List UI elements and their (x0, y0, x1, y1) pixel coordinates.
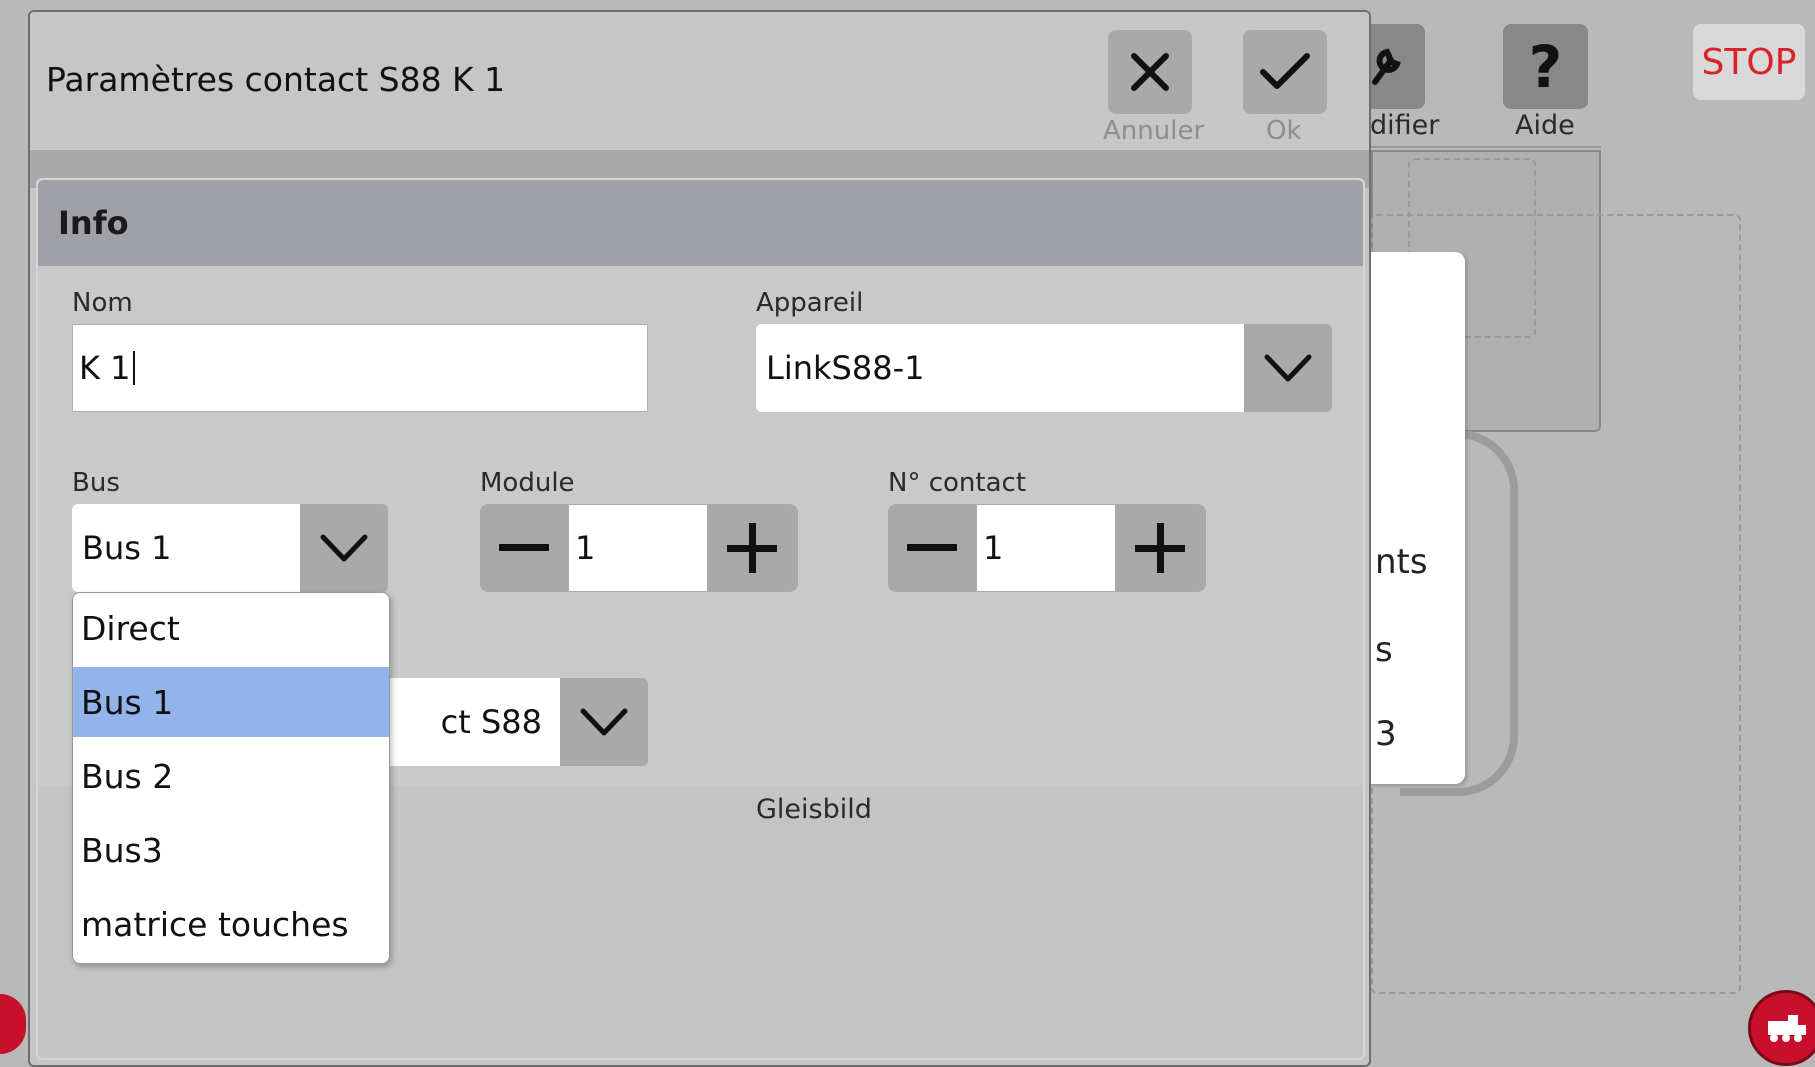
bus-select[interactable]: Bus 1 (72, 504, 388, 592)
ok-button[interactable] (1243, 30, 1327, 114)
name-input[interactable]: K 1 (72, 324, 648, 412)
bus-option-direct[interactable]: Direct (73, 593, 389, 663)
help-label: Aide (1515, 110, 1575, 141)
module-stepper: 1 (480, 504, 798, 592)
help-button[interactable]: ? (1503, 24, 1588, 109)
cancel-button[interactable] (1108, 30, 1192, 114)
chevron-down-icon[interactable] (1244, 324, 1332, 412)
bus-option-bus3[interactable]: Bus3 (73, 815, 389, 885)
device-value: LinkS88-1 (756, 324, 1244, 412)
toolbar-divider (1371, 146, 1601, 148)
contact-decrement-button[interactable] (888, 504, 976, 592)
bus-label: Bus (72, 468, 120, 498)
stop-button[interactable]: STOP (1693, 24, 1805, 100)
wrench-icon (1372, 48, 1401, 85)
chevron-down-icon[interactable] (560, 678, 648, 766)
plus-icon (1135, 523, 1185, 573)
bus-option-bus-2[interactable]: Bus 2 (73, 741, 389, 811)
background-menu: nts s 3 (1365, 252, 1465, 784)
module-input[interactable]: 1 (568, 504, 708, 592)
module-increment-button[interactable] (708, 504, 796, 592)
chevron-down-icon[interactable] (300, 504, 388, 592)
name-label: Nom (72, 288, 133, 318)
locomotive-icon (1768, 1015, 1806, 1042)
contact-number-stepper: 1 (888, 504, 1206, 592)
ok-label: Ok (1266, 116, 1302, 146)
section-title: Info (58, 204, 129, 242)
minus-icon (907, 544, 957, 551)
name-value: K 1 (79, 349, 131, 387)
contact-number-label: N° contact (888, 468, 1027, 498)
dialog-header: Paramètres contact S88 K 1 Annuler Ok (30, 12, 1369, 150)
menu-fragment: s (1375, 630, 1393, 670)
close-icon (1131, 53, 1169, 91)
minus-icon (499, 544, 549, 551)
bus-option-matrice-touches[interactable]: matrice touches (73, 889, 389, 959)
locomotive-button[interactable] (1748, 990, 1815, 1066)
contact-number-input[interactable]: 1 (976, 504, 1116, 592)
checkmark-icon (1260, 53, 1310, 89)
bus-value: Bus 1 (72, 504, 300, 592)
bus-option-bus-1[interactable]: Bus 1 (73, 667, 389, 737)
bus-dropdown-list: Direct Bus 1 Bus 2 Bus3 matrice touches (72, 592, 390, 964)
plus-icon (727, 523, 777, 573)
device-select[interactable]: LinkS88-1 (756, 324, 1332, 412)
contact-increment-button[interactable] (1116, 504, 1204, 592)
info-panel-header: Info (38, 180, 1363, 266)
text-cursor (132, 351, 135, 385)
module-decrement-button[interactable] (480, 504, 568, 592)
modify-label: difier (1370, 110, 1440, 141)
module-label: Module (480, 468, 575, 498)
left-edge-button[interactable] (0, 994, 26, 1054)
dialog-title: Paramètres contact S88 K 1 (46, 60, 506, 99)
menu-fragment: 3 (1375, 714, 1397, 754)
cancel-label: Annuler (1103, 116, 1205, 146)
menu-fragment: nts (1375, 542, 1428, 582)
gleisbild-label: Gleisbild (756, 794, 872, 825)
help-icon: ? (1528, 32, 1563, 101)
device-label: Appareil (756, 288, 864, 318)
